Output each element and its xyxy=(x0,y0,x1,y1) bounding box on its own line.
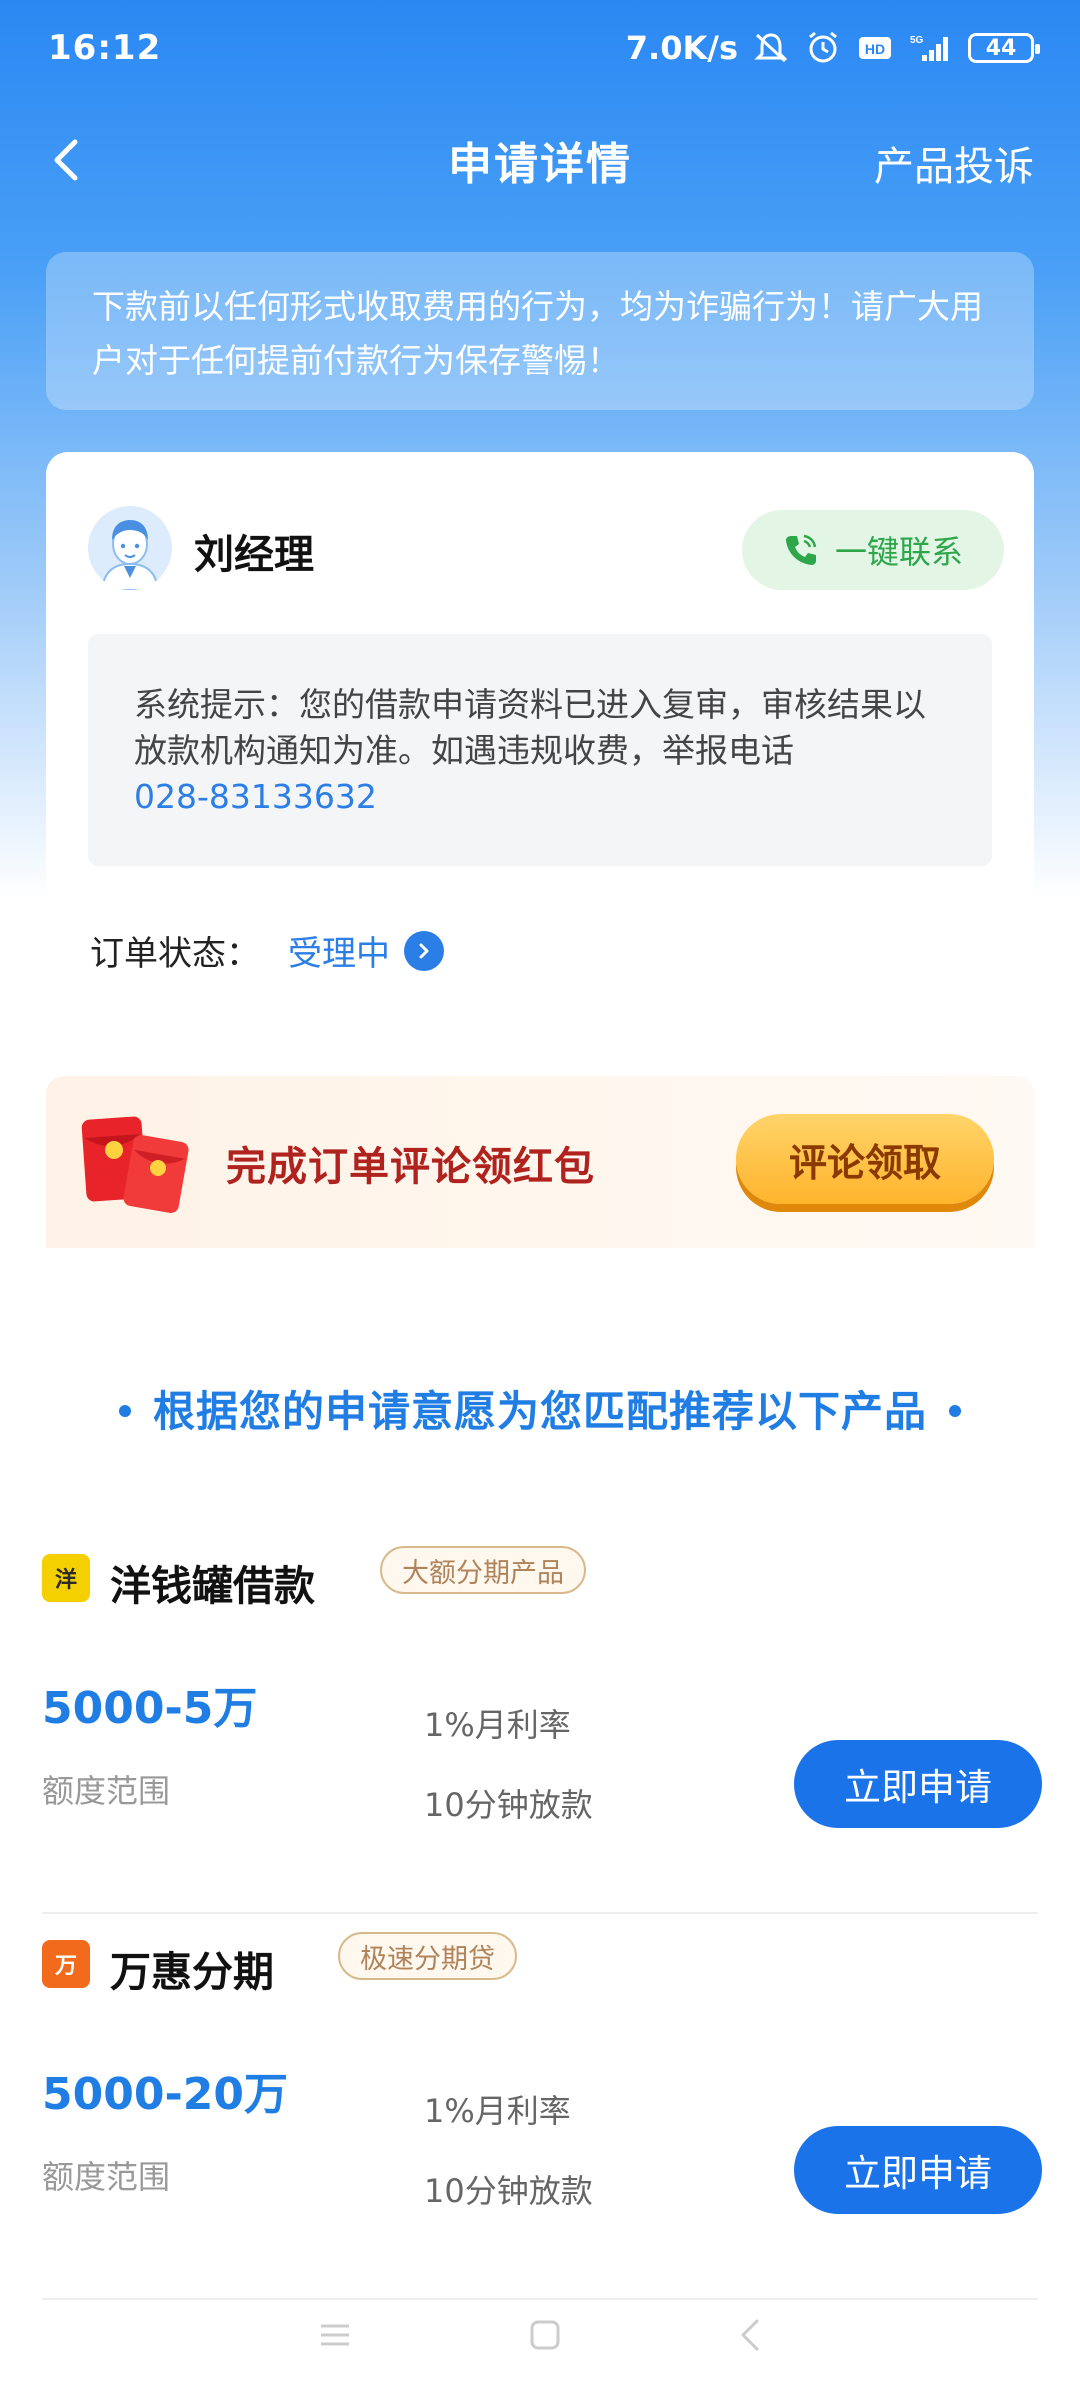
fraud-notice: 下款前以任何形式收取费用的行为，均为诈骗行为！请广大用户对于任何提前付款行为保存… xyxy=(46,252,1034,410)
tip-text: 系统提示：您的借款申请资料已进入复审，审核结果以放款机构通知为准。如遇违规收费，… xyxy=(134,685,926,770)
app-header: 申请详情 产品投诉 xyxy=(0,110,1080,210)
recommend-title: 根据您的申请意愿为您匹配推荐以下产品 xyxy=(0,1378,1080,1439)
product-logo-icon: 万 xyxy=(42,1940,90,1988)
contact-button[interactable]: 一键联系 xyxy=(742,510,1004,590)
manager-card: 刘经理 一键联系 系统提示：您的借款申请资料已进入复审，审核结果以放款机构通知为… xyxy=(46,452,1034,1048)
apply-button[interactable]: 立即申请 xyxy=(794,1740,1042,1828)
back-button[interactable] xyxy=(36,130,96,190)
menu-icon[interactable] xyxy=(315,2318,355,2352)
battery-level: 44 xyxy=(985,35,1017,61)
avatar xyxy=(88,506,172,590)
order-status-label: 订单状态： xyxy=(90,934,260,974)
product-name: 洋钱罐借款 xyxy=(110,1562,315,1610)
manager-name: 刘经理 xyxy=(194,532,314,578)
system-tip: 系统提示：您的借款申请资料已进入复审，审核结果以放款机构通知为准。如遇违规收费，… xyxy=(88,634,992,866)
interest-rate: 1%月利率 xyxy=(424,2092,571,2130)
product-tag: 极速分期贷 xyxy=(338,1932,517,1980)
home-icon[interactable] xyxy=(525,2315,565,2355)
battery-icon: 44 xyxy=(968,33,1040,63)
status-icons: 7.0K/s HD 5G 44 xyxy=(625,29,1040,67)
contact-label: 一键联系 xyxy=(834,533,963,571)
amount-label: 额度范围 xyxy=(42,2158,171,2196)
loan-speed: 10分钟放款 xyxy=(424,2172,593,2210)
svg-text:HD: HD xyxy=(865,41,885,57)
status-time: 16:12 xyxy=(48,28,162,68)
complaint-link[interactable]: 产品投诉 xyxy=(874,134,1034,192)
recommend-title-text: 根据您的申请意愿为您匹配推荐以下产品 xyxy=(152,1387,927,1436)
red-packet-banner[interactable]: 完成订单评论领红包 评论领取 xyxy=(46,1076,1034,1248)
interest-rate: 1%月利率 xyxy=(424,1706,571,1744)
chevron-left-icon xyxy=(54,139,78,181)
amount-range: 5000-20万 xyxy=(42,2069,288,2120)
order-status-value: 受理中 xyxy=(288,934,390,974)
manager-avatar-icon xyxy=(88,506,172,590)
product-name: 万惠分期 xyxy=(110,1948,274,1996)
status-bar: 16:12 7.0K/s HD 5G 44 xyxy=(0,0,1080,96)
alarm-icon xyxy=(809,31,837,63)
order-status[interactable]: 订单状态： 受理中 xyxy=(90,926,444,975)
divider xyxy=(42,1912,1038,1914)
loan-speed: 10分钟放款 xyxy=(424,1786,593,1824)
claim-button[interactable]: 评论领取 xyxy=(736,1114,994,1204)
red-packet-icon xyxy=(81,1116,189,1214)
report-phone-link[interactable]: 028-83133632 xyxy=(134,774,946,820)
mute-bell-icon xyxy=(754,33,788,63)
amount-label: 额度范围 xyxy=(42,1772,171,1810)
back-nav-icon[interactable] xyxy=(735,2315,765,2355)
network-speed: 7.0K/s xyxy=(625,29,738,67)
apply-button[interactable]: 立即申请 xyxy=(794,2126,1042,2214)
product-card: 洋 洋钱罐借款 大额分期产品 5000-5万 额度范围 1%月利率 10分钟放款… xyxy=(42,1546,1042,1914)
system-nav-bar xyxy=(0,2290,1080,2380)
product-logo-icon: 洋 xyxy=(42,1554,90,1602)
network-type: 5G xyxy=(910,35,924,46)
hd-icon: HD xyxy=(859,37,891,59)
product-tag: 大额分期产品 xyxy=(380,1546,586,1594)
dot-decoration xyxy=(949,1404,961,1417)
signal-icon: 5G xyxy=(910,35,948,61)
dot-decoration xyxy=(118,1404,131,1417)
amount-range: 5000-5万 xyxy=(42,1683,258,1734)
chevron-right-icon xyxy=(404,930,444,971)
phone-icon xyxy=(785,534,817,565)
banner-text: 完成订单评论领红包 xyxy=(226,1144,595,1190)
product-card: 万 万惠分期 极速分期贷 5000-20万 额度范围 1%月利率 10分钟放款 … xyxy=(42,1932,1042,2300)
page-title: 申请详情 xyxy=(448,139,632,190)
